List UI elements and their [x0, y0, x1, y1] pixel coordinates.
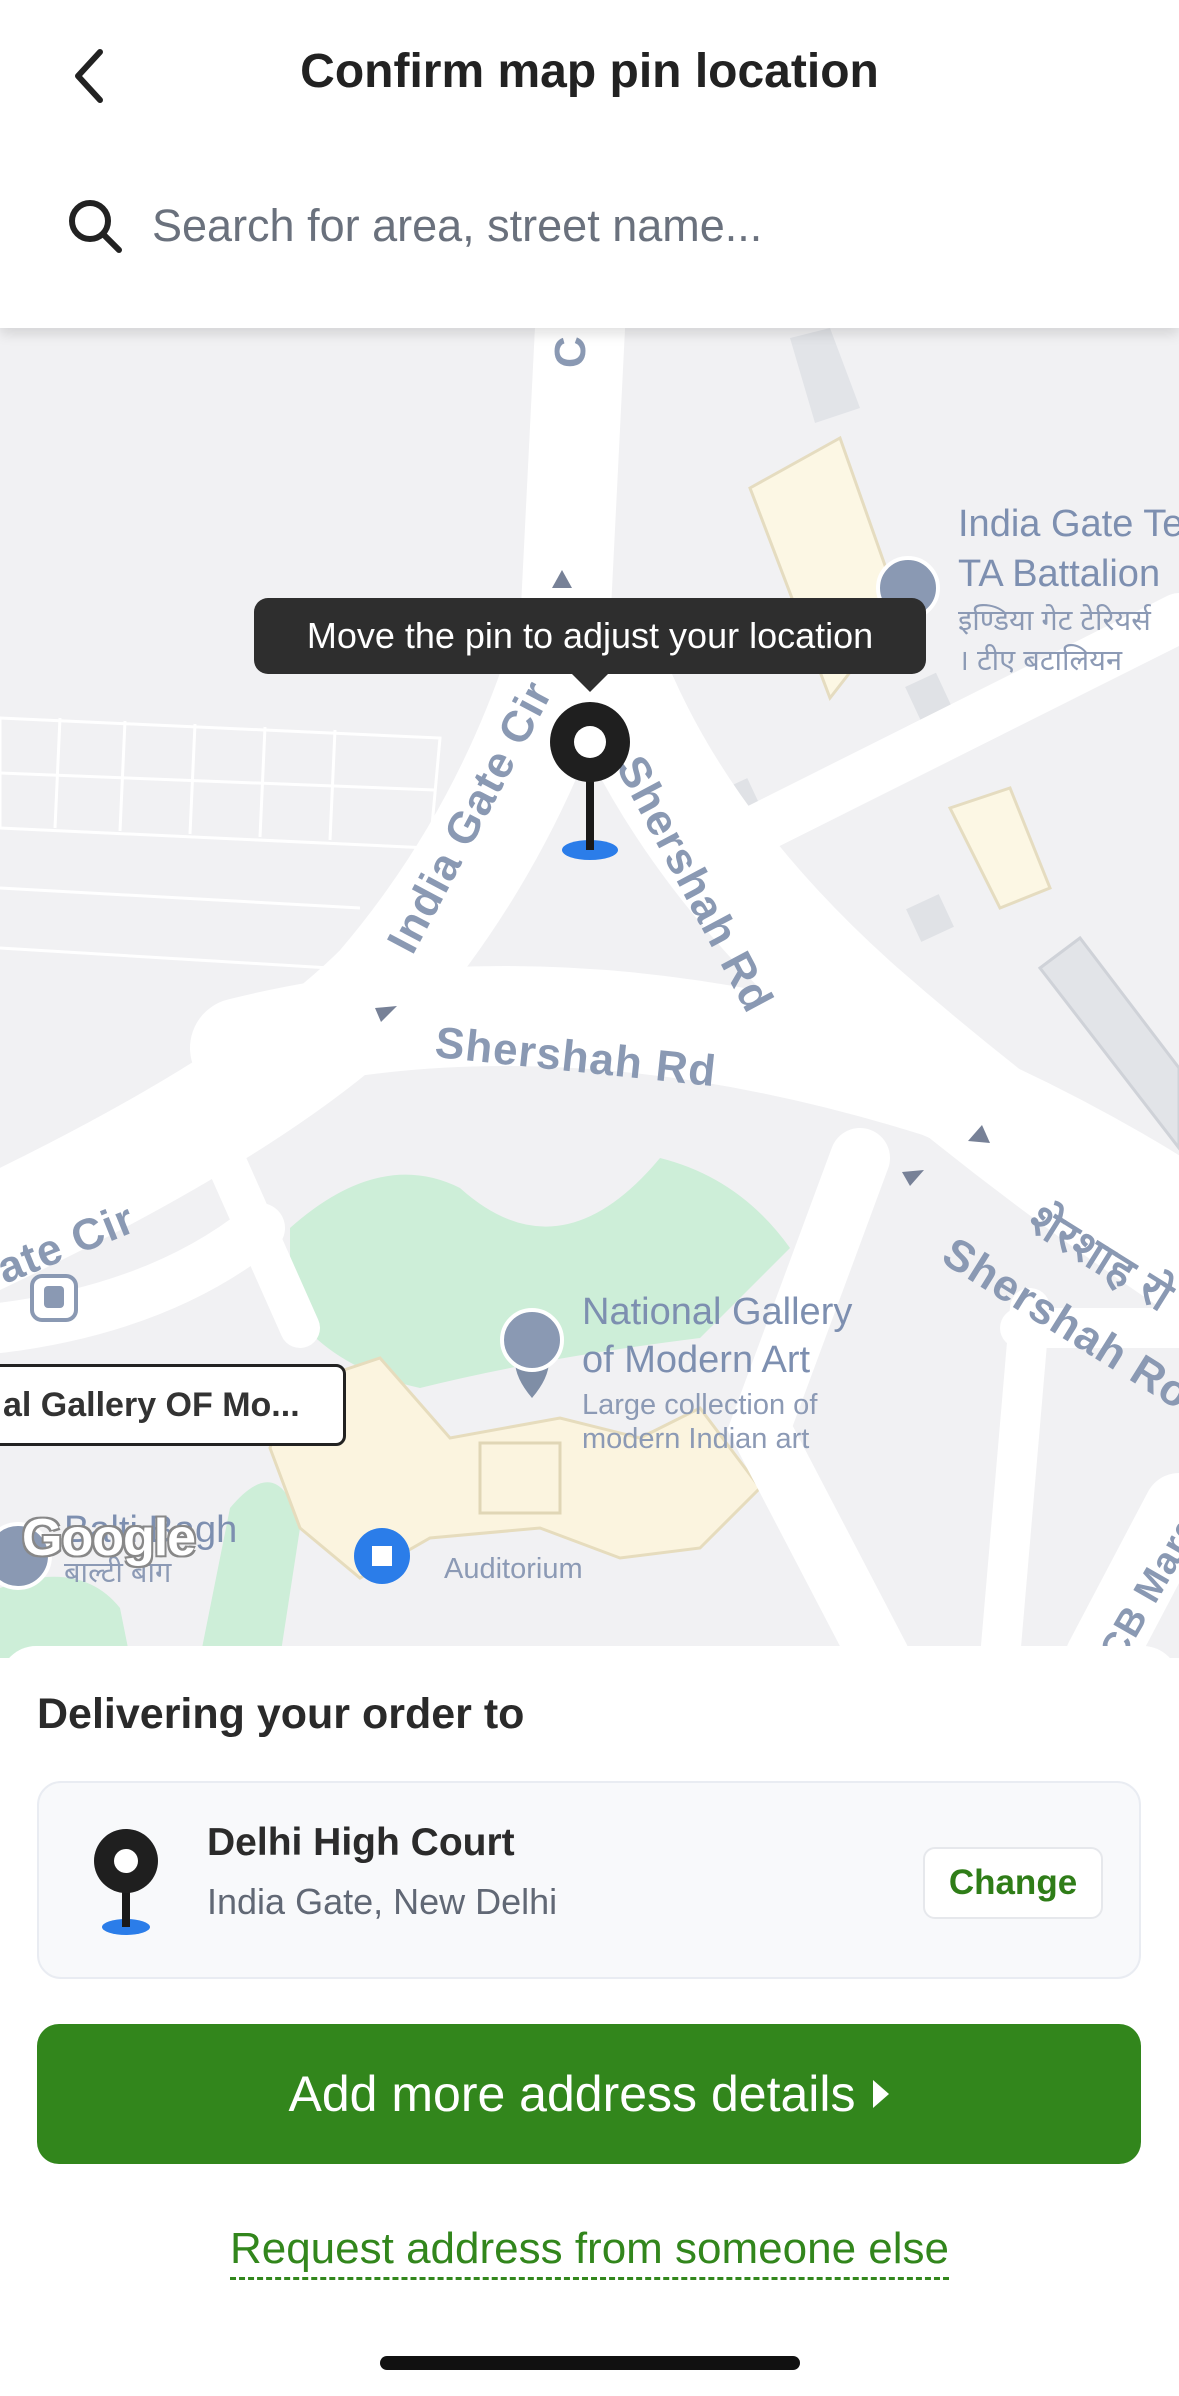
poi-ngma-sub2: modern Indian art — [582, 1423, 810, 1455]
poi-ngma-sub1: Large collection of — [582, 1389, 818, 1421]
poi-ngma-line1: National Gallery — [582, 1291, 853, 1333]
request-address-link[interactable]: Request address from someone else — [229, 2224, 950, 2280]
bottom-sheet: Delivering your order to Delhi High Cour… — [0, 1646, 1179, 2396]
search-icon — [60, 191, 130, 261]
add-address-details-button[interactable]: Add more address details — [37, 2024, 1141, 2164]
place-callout[interactable]: al Gallery OF Mo... — [0, 1364, 346, 1446]
poi-india-gate-hindi2: । टीए बटालियन — [958, 645, 1123, 677]
poi-ngma-line2: of Modern Art — [582, 1339, 811, 1381]
pin-tooltip: Move the pin to adjust your location — [254, 598, 926, 692]
change-button[interactable]: Change — [923, 1847, 1103, 1919]
road-label-c-hexagon: C - He — [546, 328, 596, 368]
location-pin-icon — [94, 1829, 158, 1935]
address-subtitle: India Gate, New Delhi — [207, 1881, 558, 1922]
google-attribution: Google — [22, 1509, 196, 1567]
address-card: Delhi High Court India Gate, New Delhi C… — [37, 1781, 1141, 1979]
ngma-marker — [500, 1308, 564, 1398]
home-indicator — [380, 2356, 800, 2370]
map-pin-icon[interactable] — [548, 700, 632, 870]
caret-right-icon — [873, 2080, 890, 2108]
request-address-link-container: Request address from someone else — [0, 2224, 1179, 2280]
address-name: Delhi High Court — [207, 1821, 515, 1864]
poi-india-gate-line2: TA Battalion — [958, 553, 1161, 595]
page-title: Confirm map pin location — [300, 45, 879, 98]
poi-india-gate-line1: India Gate Te — [958, 503, 1179, 545]
search-input[interactable] — [150, 199, 1054, 253]
sheet-title: Delivering your order to — [37, 1690, 525, 1738]
poi-auditorium: Auditorium — [444, 1553, 583, 1585]
map-view[interactable]: C - He India Gate Cir Shershah Rd Shersh… — [0, 328, 1179, 1658]
search-bar[interactable] — [60, 186, 1120, 266]
top-header: Confirm map pin location — [0, 0, 1179, 328]
poi-india-gate-hindi1: इण्डिया गेट टेरियर्स — [958, 605, 1151, 637]
add-address-details-label: Add more address details — [288, 2066, 856, 2122]
